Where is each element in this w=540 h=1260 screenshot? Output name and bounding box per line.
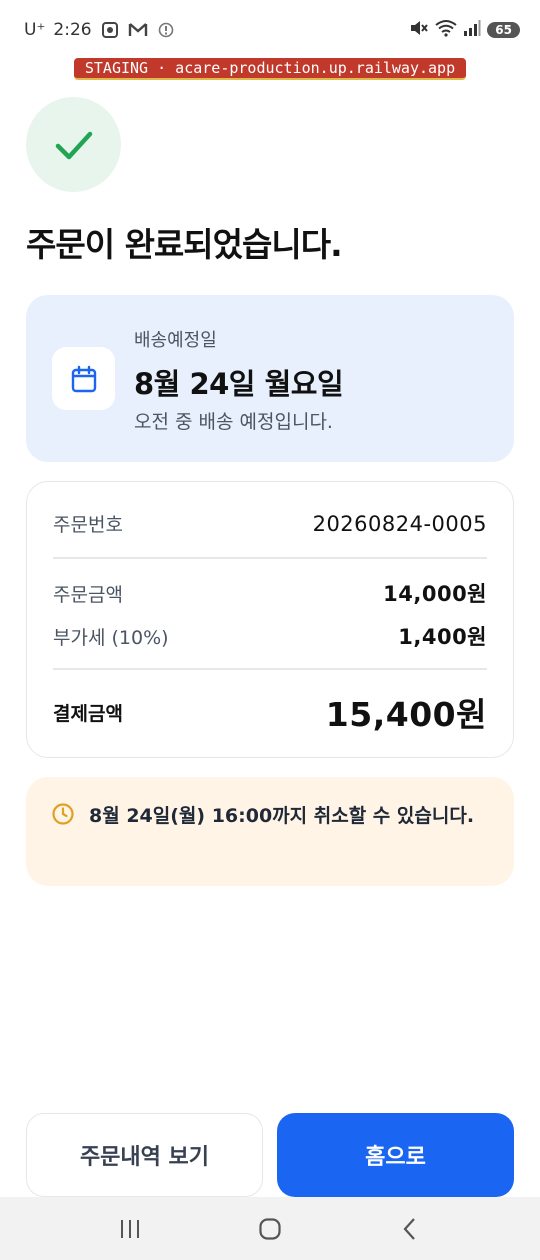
clock-time: 2:26 bbox=[53, 20, 92, 40]
clock-icon bbox=[52, 803, 74, 825]
cancel-deadline-text: 8월 24일(월) 16:00까지 취소할 수 있습니다. bbox=[89, 805, 475, 827]
divider bbox=[53, 668, 487, 670]
calendar-icon bbox=[71, 365, 96, 392]
divider bbox=[53, 557, 487, 559]
recent-apps-button[interactable] bbox=[110, 1209, 150, 1249]
status-right: 65 bbox=[409, 19, 520, 41]
delivery-date: 8월 24일 월요일 bbox=[134, 367, 344, 401]
order-number-label: 주문번호 bbox=[53, 514, 123, 536]
back-chevron-icon bbox=[403, 1217, 415, 1240]
calendar-icon-box bbox=[52, 347, 115, 410]
home-button[interactable]: 홈으로 bbox=[277, 1113, 514, 1197]
mute-icon bbox=[409, 19, 429, 41]
delivery-note: 오전 중 배송 예정입니다. bbox=[134, 411, 333, 433]
order-number-row: 주문번호 20260824-0005 bbox=[53, 510, 487, 537]
total-value: 15,400원 bbox=[325, 695, 487, 734]
system-nav-bar bbox=[0, 1197, 540, 1260]
delivery-date-card: 배송예정일 8월 24일 월요일 오전 중 배송 예정입니다. bbox=[26, 295, 514, 462]
status-bar: U⁺ 2:26 65 bbox=[0, 0, 540, 60]
order-number-value: 20260824-0005 bbox=[312, 511, 487, 536]
order-summary-card: 주문번호 20260824-0005 주문금액 14,000원 부가세 (10%… bbox=[26, 481, 514, 758]
checkmark-icon bbox=[55, 131, 92, 159]
total-row: 결제금액 15,400원 bbox=[53, 688, 487, 736]
staging-banner: STAGING · acare-production.up.railway.ap… bbox=[74, 58, 466, 80]
cancel-deadline-notice: 8월 24일(월) 16:00까지 취소할 수 있습니다. bbox=[26, 777, 514, 886]
vat-row: 부가세 (10%) 1,400원 bbox=[53, 621, 487, 651]
status-left: U⁺ 2:26 bbox=[24, 20, 176, 40]
screenshot-icon bbox=[100, 20, 120, 40]
wifi-icon bbox=[435, 19, 457, 41]
signal-icon bbox=[463, 19, 481, 41]
order-amount-label: 주문금액 bbox=[53, 583, 123, 606]
order-amount-value: 14,000원 bbox=[383, 582, 487, 606]
page-title: 주문이 완료되었습니다. bbox=[26, 225, 343, 264]
recent-apps-icon bbox=[121, 1219, 139, 1238]
home-circle-icon bbox=[259, 1217, 281, 1240]
info-icon bbox=[156, 20, 176, 40]
success-check-badge bbox=[26, 97, 121, 192]
order-history-button[interactable]: 주문내역 보기 bbox=[26, 1113, 263, 1197]
home-nav-button[interactable] bbox=[250, 1209, 290, 1249]
order-amount-row: 주문금액 14,000원 bbox=[53, 578, 487, 608]
back-button[interactable] bbox=[390, 1209, 430, 1249]
vat-label: 부가세 (10%) bbox=[53, 626, 169, 649]
gmail-icon bbox=[128, 20, 148, 40]
carrier-label: U⁺ bbox=[24, 20, 46, 40]
battery-indicator: 65 bbox=[487, 22, 520, 38]
vat-value: 1,400원 bbox=[398, 625, 487, 649]
total-label: 결제금액 bbox=[53, 702, 123, 725]
delivery-label: 배송예정일 bbox=[134, 330, 217, 351]
